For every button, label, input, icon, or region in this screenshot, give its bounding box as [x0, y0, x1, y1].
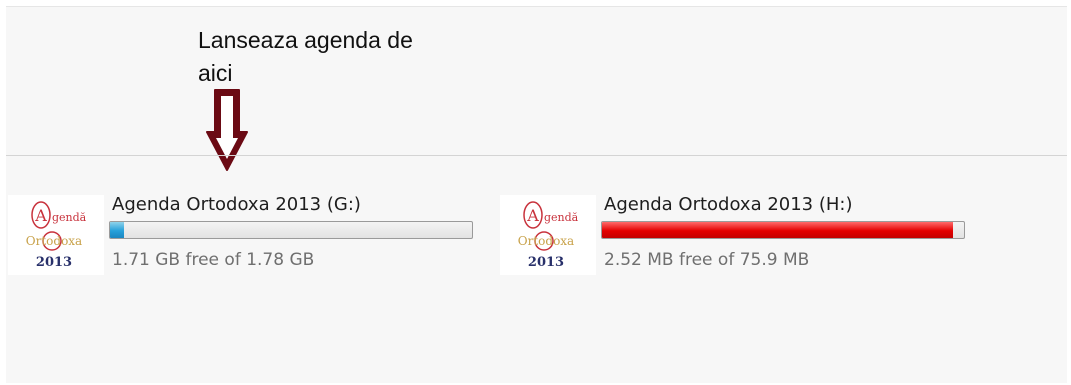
logo-word1: gendă [544, 211, 579, 224]
drive-free-space: 2.52 MB free of 75.9 MB [604, 250, 810, 270]
logo-year: 2013 [36, 255, 72, 270]
logo-letter: A [34, 206, 47, 225]
agenda-ortodoxa-logo-icon: A gendă Ortodoxa 2013 [500, 195, 596, 275]
capacity-bar [109, 221, 473, 239]
drive-free-space: 1.71 GB free of 1.78 GB [112, 250, 315, 270]
logo-word2: Ortodoxa [26, 234, 82, 248]
logo-word2: Ortodoxa [518, 234, 574, 248]
capacity-bar-fill [602, 222, 954, 238]
logo-letter: A [526, 206, 539, 225]
drive-g-tile[interactable]: A gendă Ortodoxa 2013 Agenda Ortodoxa 20… [8, 194, 488, 275]
down-arrow-icon [206, 89, 248, 171]
logo-word1: gendă [52, 211, 87, 224]
annotation-note: Lanseaza agenda de aici [198, 24, 458, 90]
drive-name: Agenda Ortodoxa 2013 (G:) [112, 194, 361, 215]
annotation-line-1: Lanseaza agenda de [198, 27, 413, 53]
section-divider [6, 155, 1067, 156]
capacity-bar [601, 221, 965, 239]
logo-year: 2013 [528, 255, 564, 270]
capacity-bar-fill [110, 222, 125, 238]
drive-name: Agenda Ortodoxa 2013 (H:) [604, 194, 853, 215]
drive-h-tile[interactable]: A gendă Ortodoxa 2013 Agenda Ortodoxa 20… [500, 194, 980, 275]
agenda-ortodoxa-logo-icon: A gendă Ortodoxa 2013 [8, 195, 104, 275]
annotation-line-2: aici [198, 60, 233, 86]
